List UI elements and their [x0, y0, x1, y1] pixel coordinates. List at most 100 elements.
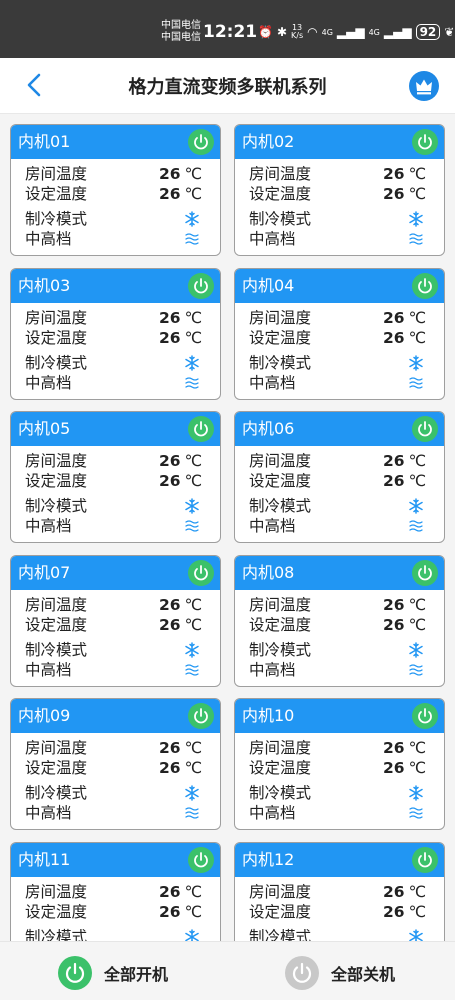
set-temp-label: 设定温度: [249, 472, 312, 491]
room-temp-row: 房间温度 26 ℃: [25, 164, 202, 184]
unit-power-button[interactable]: [188, 847, 214, 873]
unit-card[interactable]: 内机01 房间温度 26 ℃ 设定温度 26 ℃ 制冷模式 中高档: [10, 124, 221, 256]
fan-speed-label: 中高档: [25, 660, 72, 679]
fan-row: 中高档: [249, 660, 426, 680]
room-temp-value: 26: [159, 883, 181, 901]
mode-row: 制冷模式: [25, 496, 202, 516]
temp-unit: ℃: [184, 472, 202, 491]
temp-unit: ℃: [408, 759, 426, 778]
room-temp-value: 26: [383, 595, 405, 614]
unit-name: 内机02: [242, 132, 295, 151]
temp-unit: ℃: [184, 903, 202, 921]
unit-card[interactable]: 内机08 房间温度 26 ℃ 设定温度 26 ℃ 制冷模式 中高档: [234, 554, 445, 687]
unit-name: 内机07: [18, 562, 71, 582]
power-icon: [412, 564, 438, 590]
unit-card[interactable]: 内机07 房间温度 26 ℃ 设定温度 26 ℃ 制冷模式 中高档: [10, 554, 221, 687]
unit-power-button[interactable]: [412, 847, 438, 873]
temp-unit: ℃: [408, 903, 426, 921]
unit-power-button[interactable]: [188, 416, 214, 443]
wifi-icon: ◠: [307, 25, 318, 39]
mode-label: 制冷模式: [249, 928, 312, 941]
snowflake-icon: [184, 211, 200, 227]
temp-unit: ℃: [184, 739, 202, 758]
unit-card[interactable]: 内机05 房间温度 26 ℃ 设定温度 26 ℃ 制冷模式 中高档: [10, 411, 221, 544]
unit-card[interactable]: 内机03 房间温度 26 ℃ 设定温度 26 ℃ 制冷模式 中高档: [10, 267, 221, 400]
crown-button[interactable]: [409, 71, 439, 101]
snowflake-icon: [408, 929, 424, 941]
room-temp-label: 房间温度: [25, 308, 88, 327]
set-temp-value: 26: [383, 615, 405, 634]
page-title: 格力直流变频多联机系列: [128, 77, 327, 98]
unit-power-button[interactable]: [412, 559, 438, 586]
room-temp-label: 房间温度: [25, 165, 88, 183]
mode-row: 制冷模式: [25, 927, 202, 941]
set-temp-value: 26: [383, 472, 405, 491]
set-temp-label: 设定温度: [249, 185, 312, 203]
unit-card[interactable]: 内机09 房间温度 26 ℃ 设定温度 26 ℃ 制冷模式 中高档: [10, 698, 221, 831]
fan-speed-label: 中高档: [25, 230, 72, 248]
temp-unit: ℃: [184, 452, 202, 471]
fan-row: 中高档: [249, 803, 426, 823]
mode-label: 制冷模式: [25, 640, 88, 659]
unit-power-button[interactable]: [412, 416, 438, 443]
temp-unit: ℃: [408, 739, 426, 758]
unit-power-button[interactable]: [188, 703, 214, 730]
power-icon: [188, 852, 214, 877]
mode-row: 制冷模式: [249, 927, 426, 941]
room-temp-row: 房间温度 26 ℃: [249, 308, 426, 328]
power-icon: [412, 277, 438, 303]
all-off-button[interactable]: 全部关机: [285, 956, 395, 990]
unit-card[interactable]: 内机11房间温度26℃设定温度26℃制冷模式中高档: [10, 842, 221, 941]
unit-power-button[interactable]: [412, 129, 438, 155]
unit-card[interactable]: 内机02 房间温度 26 ℃ 设定温度 26 ℃ 制冷模式 中高档: [234, 124, 445, 256]
room-temp-row: 房间温度 26 ℃: [249, 164, 426, 184]
temp-unit: ℃: [408, 452, 426, 471]
set-temp-row: 设定温度 26 ℃: [249, 615, 426, 635]
snowflake-icon: [408, 211, 424, 227]
room-temp-value: 26: [383, 883, 405, 901]
wind-icon: [184, 518, 200, 534]
set-temp-value: 26: [159, 615, 181, 634]
mode-row: 制冷模式: [249, 783, 426, 803]
power-icon: [412, 708, 438, 733]
crown-icon: [416, 79, 432, 95]
fan-row: 中高档: [25, 803, 202, 823]
fan-speed-label: 中高档: [249, 660, 296, 679]
status-bar: 中国电信 中国电信 12:21 ⏰ ✱ 13 K/s ◠ 4G ▂▄▆ 4G ▂▄…: [0, 0, 455, 58]
unit-card[interactable]: 内机12房间温度26℃设定温度26℃制冷模式中高档: [234, 842, 445, 941]
snowflake-icon: [184, 498, 200, 514]
unit-power-button[interactable]: [412, 703, 438, 730]
unit-card-header: 内机04: [235, 268, 444, 303]
unit-power-button[interactable]: [188, 559, 214, 586]
unit-card[interactable]: 内机06 房间温度 26 ℃ 设定温度 26 ℃ 制冷模式 中高档: [234, 411, 445, 544]
carrier-info: 中国电信 中国电信: [161, 20, 201, 43]
set-temp-value: 26: [383, 759, 405, 778]
unit-name: 内机04: [242, 275, 295, 295]
set-temp-label: 设定温度: [25, 615, 88, 634]
unit-name: 内机08: [242, 562, 295, 582]
status-icons: ⏰ ✱ 13 K/s ◠ 4G ▂▄▆ 4G ▂▄▆ 92 ❦: [258, 24, 454, 40]
unit-card[interactable]: 内机10 房间温度 26 ℃ 设定温度 26 ℃ 制冷模式 中高档: [234, 698, 445, 831]
room-temp-label: 房间温度: [25, 883, 88, 901]
network-speed: 13 K/s: [291, 23, 304, 40]
room-temp-row: 房间温度 26 ℃: [25, 451, 202, 471]
room-temp-value: 26: [383, 452, 405, 471]
set-temp-row: 设定温度 26 ℃: [249, 758, 426, 778]
unit-power-button[interactable]: [412, 272, 438, 299]
snowflake-icon: [184, 785, 200, 802]
mode-row: 制冷模式: [25, 640, 202, 660]
all-on-button[interactable]: 全部开机: [58, 956, 168, 990]
power-icon: [412, 852, 438, 877]
unit-power-button[interactable]: [188, 272, 214, 299]
unit-card[interactable]: 内机04 房间温度 26 ℃ 设定温度 26 ℃ 制冷模式 中高档: [234, 267, 445, 400]
wind-icon: [408, 805, 424, 821]
fan-speed-label: 中高档: [249, 230, 296, 248]
wind-icon: [408, 375, 424, 391]
set-temp-label: 设定温度: [25, 185, 88, 203]
set-temp-value: 26: [159, 903, 181, 921]
set-temp-label: 设定温度: [249, 903, 312, 921]
network-type-1: 4G: [321, 27, 333, 37]
room-temp-value: 26: [159, 165, 181, 183]
unit-power-button[interactable]: [188, 129, 214, 155]
wind-icon: [184, 375, 200, 391]
